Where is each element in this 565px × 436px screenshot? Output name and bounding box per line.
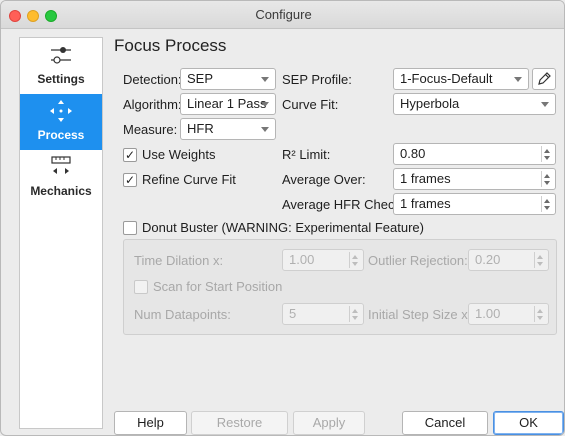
- use-weights-checkbox[interactable]: ✓: [123, 148, 137, 162]
- initial-step-label: Initial Step Size x:: [368, 307, 472, 322]
- pencil-icon: [538, 72, 551, 85]
- stepper-icon[interactable]: [534, 306, 546, 322]
- stepper-icon[interactable]: [541, 146, 553, 162]
- r2-limit-label: R² Limit:: [282, 147, 331, 162]
- curve-fit-label: Curve Fit:: [282, 97, 339, 112]
- sep-profile-value: 1-Focus-Default: [400, 71, 493, 86]
- restore-defaults-button[interactable]: Restore Defaults: [191, 411, 288, 435]
- sidebar-item-process[interactable]: Process: [20, 94, 102, 150]
- chevron-down-icon: [541, 102, 549, 107]
- measure-value: HFR: [187, 121, 214, 136]
- move-arrows-icon: [50, 100, 72, 122]
- refine-curve-fit-checkbox[interactable]: ✓: [123, 173, 137, 187]
- chevron-down-icon: [261, 127, 269, 132]
- r2-limit-value: 0.80: [400, 146, 426, 161]
- stepper-icon[interactable]: [541, 171, 553, 187]
- scan-start-label: Scan for Start Position: [153, 279, 283, 294]
- algorithm-label: Algorithm:: [123, 97, 182, 112]
- scan-start-checkbox[interactable]: [134, 280, 148, 294]
- donut-buster-checkbox[interactable]: [123, 221, 137, 235]
- detection-select[interactable]: SEP: [180, 68, 276, 90]
- chevron-down-icon: [261, 77, 269, 82]
- donut-buster-label: Donut Buster (WARNING: Experimental Feat…: [142, 220, 424, 235]
- outlier-rejection-value: 0.20: [475, 252, 501, 267]
- chevron-down-icon: [514, 77, 522, 82]
- help-button[interactable]: Help: [114, 411, 187, 435]
- r2-limit-spinbox[interactable]: 0.80: [393, 143, 556, 165]
- average-hfr-check-label: Average HFR Check:: [282, 197, 405, 212]
- detection-label: Detection:: [123, 72, 182, 87]
- ok-button[interactable]: OK: [493, 411, 564, 435]
- outlier-rejection-spinbox[interactable]: 0.20: [468, 249, 549, 271]
- initial-step-spinbox[interactable]: 1.00: [468, 303, 549, 325]
- sep-profile-select[interactable]: 1-Focus-Default: [393, 68, 529, 90]
- sidebar-item-label: Process: [37, 128, 85, 142]
- sidebar-item-label: Mechanics: [30, 184, 92, 198]
- curve-fit-value: Hyperbola: [400, 96, 460, 111]
- stepper-icon[interactable]: [349, 252, 361, 268]
- window-title: Configure: [255, 7, 312, 22]
- chevron-down-icon: [261, 102, 269, 107]
- stepper-icon[interactable]: [541, 196, 553, 212]
- sep-profile-label: SEP Profile:: [282, 72, 352, 87]
- time-dilation-label: Time Dilation x:: [134, 253, 224, 268]
- use-weights-label: Use Weights: [142, 147, 216, 162]
- average-over-label: Average Over:: [282, 172, 366, 187]
- sidebar-item-settings[interactable]: Settings: [20, 38, 102, 94]
- average-hfr-check-spinbox[interactable]: 1 frames: [393, 193, 556, 215]
- title-bar: Configure: [1, 1, 564, 29]
- measure-label: Measure:: [123, 122, 178, 137]
- refine-curve-fit-label: Refine Curve Fit: [142, 172, 236, 187]
- curve-fit-select[interactable]: Hyperbola: [393, 93, 556, 115]
- average-hfr-check-value: 1 frames: [400, 196, 451, 211]
- num-datapoints-value: 5: [289, 306, 297, 321]
- num-datapoints-spinbox[interactable]: 5: [282, 303, 364, 325]
- initial-step-value: 1.00: [475, 306, 501, 321]
- num-datapoints-label: Num Datapoints:: [134, 307, 231, 322]
- measure-select[interactable]: HFR: [180, 118, 276, 140]
- algorithm-value: Linear 1 Pass: [187, 96, 267, 111]
- page-title: Focus Process: [114, 36, 227, 55]
- sidebar-item-label: Settings: [37, 72, 85, 86]
- average-over-value: 1 frames: [400, 171, 451, 186]
- algorithm-select[interactable]: Linear 1 Pass: [180, 93, 276, 115]
- cancel-button[interactable]: Cancel: [402, 411, 488, 435]
- average-over-spinbox[interactable]: 1 frames: [393, 168, 556, 190]
- ruler-arrows-icon: [51, 156, 71, 174]
- edit-profile-button[interactable]: [532, 68, 556, 90]
- detection-value: SEP: [187, 71, 214, 86]
- stepper-icon[interactable]: [349, 306, 361, 322]
- time-dilation-value: 1.00: [289, 252, 315, 267]
- sidebar-item-mechanics[interactable]: Mechanics: [20, 150, 102, 206]
- outlier-rejection-label: Outlier Rejection:: [368, 253, 468, 268]
- stepper-icon[interactable]: [534, 252, 546, 268]
- configure-window: Configure Settings Process Mechanics Foc…: [0, 0, 565, 436]
- sidebar: Settings Process Mechanics: [19, 37, 103, 429]
- apply-button[interactable]: Apply: [293, 411, 365, 435]
- sliders-icon: [51, 47, 71, 64]
- time-dilation-spinbox[interactable]: 1.00: [282, 249, 364, 271]
